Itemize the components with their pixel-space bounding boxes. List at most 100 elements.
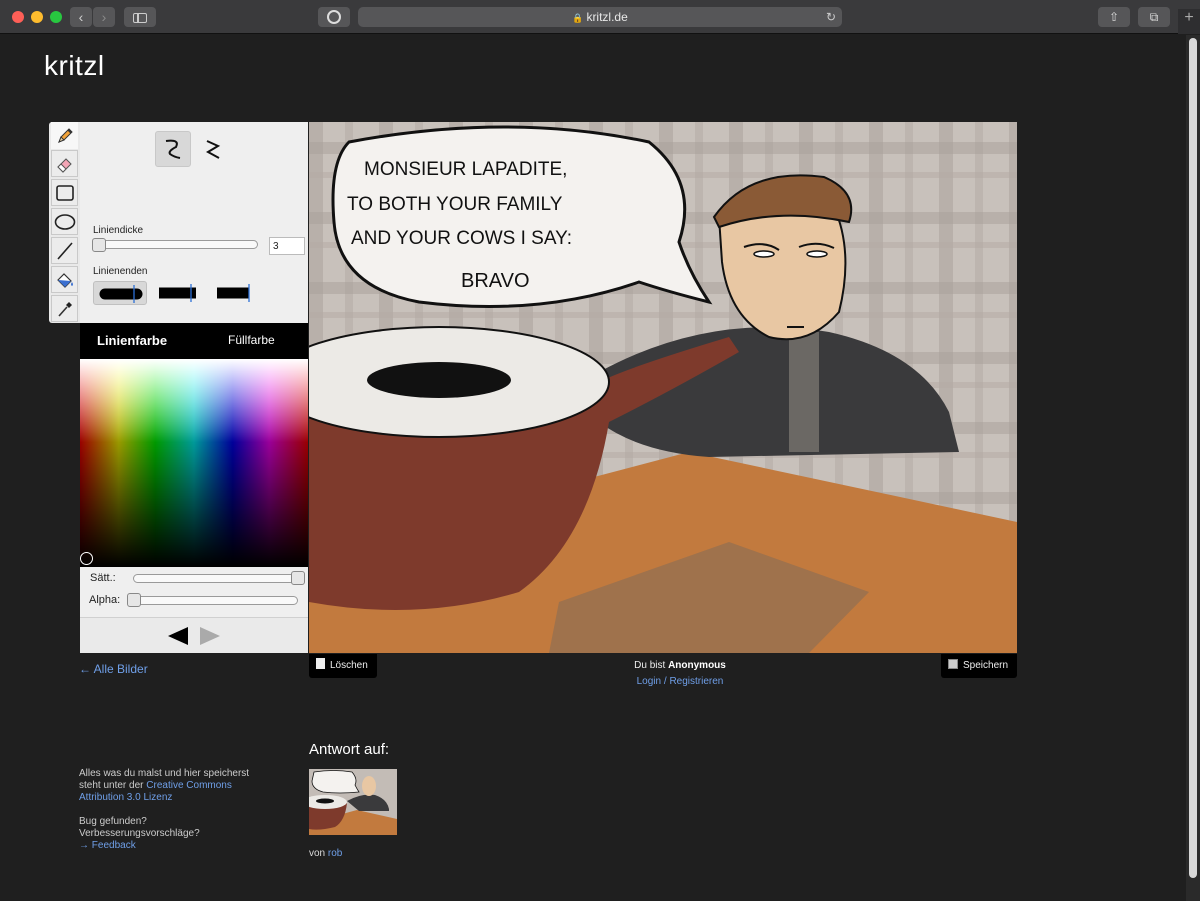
color-picker-cursor[interactable] [80,552,93,565]
jagged-stroke-option[interactable] [195,131,231,167]
eraser-icon [56,157,72,173]
browser-toolbar: ‹ › 🔒 kritzl.de ↻ ⇧ ⧉ [0,0,1200,34]
address-bar[interactable]: 🔒 kritzl.de ↻ [358,7,842,27]
save-button[interactable]: Speichern [941,654,1017,678]
pencil-icon [57,127,73,143]
reload-icon[interactable]: ↻ [826,7,836,27]
eyedropper-icon [57,301,72,317]
tab-line-color[interactable]: Linienfarbe [97,333,167,348]
url-text: kritzl.de [586,10,628,24]
save-button-label: Speichern [963,660,1009,671]
rectangle-tool[interactable] [51,179,78,206]
scrollbar-thumb[interactable] [1189,38,1197,878]
fill-tool[interactable] [51,266,78,293]
fill-bucket-icon [56,272,73,288]
auth-separator: / [663,676,667,687]
zoom-window-button[interactable] [50,11,62,23]
ellipse-tool[interactable] [51,208,78,235]
thickness-input[interactable] [269,237,305,255]
shield-icon [327,10,341,24]
speech-line-1: MONSIEUR LAPADITE, [364,159,567,180]
chevron-left-icon: ‹ [78,9,84,25]
back-button[interactable]: ‹ [70,7,92,27]
thickness-slider-handle[interactable] [92,238,106,252]
eraser-tool[interactable] [51,150,78,177]
round-cap-icon [99,285,143,303]
jagged-stroke-icon [205,140,221,159]
speech-line-2: TO BOTH YOUR FAMILY [347,194,563,215]
pencil-tool[interactable] [51,122,78,149]
chevron-right-icon: › [101,9,107,25]
new-tab-button[interactable]: + [1178,9,1200,34]
sidebar-icon [133,13,147,23]
smooth-stroke-icon [165,139,181,159]
color-picker-field[interactable] [80,359,308,567]
ellipse-icon [54,213,75,230]
reply-byline: von rob [309,848,342,859]
user-status: Du bist Anonymous [600,660,760,671]
privacy-report-button[interactable] [318,7,350,27]
floppy-disk-icon [948,659,958,669]
saturation-label: Sätt.: [90,572,116,584]
register-link[interactable]: Registrieren [669,676,723,687]
byline-prefix: von [309,848,326,859]
tool-bar [49,122,80,323]
color-tabs: Linienfarbe Füllfarbe [80,323,308,359]
lock-icon: 🔒 [572,13,584,23]
line-icon [56,241,73,260]
square-cap-icon [217,284,250,302]
share-icon: ⇧ [1108,10,1120,24]
speech-line-4: BRAVO [461,270,530,292]
footer: Alles was du malst und hier speicherst s… [79,768,259,852]
alpha-slider-handle[interactable] [127,593,141,607]
color-sliders: Sätt.: Alpha: [80,567,308,617]
feedback-link[interactable]: → Feedback [79,840,136,851]
bug-report-text: Bug gefunden? Verbesserungsvorschläge? [79,816,200,839]
brush-options-panel: Liniendicke Linienenden [80,122,308,323]
line-tool[interactable] [51,237,78,264]
tabs-icon: ⧉ [1149,10,1159,24]
reply-thumbnail[interactable] [309,769,397,835]
user-name: Anonymous [668,660,726,671]
smooth-stroke-option[interactable] [155,131,191,167]
plus-icon: + [1184,9,1194,26]
saturation-slider-handle[interactable] [291,571,305,585]
redo-icon[interactable] [200,627,220,645]
round-cap-option[interactable] [93,281,147,305]
document-icon [316,658,325,669]
tab-fill-color[interactable]: Füllfarbe [228,333,275,347]
alpha-slider[interactable] [133,596,298,605]
reply-heading: Antwort auf: [309,741,390,758]
clear-button-label: Löschen [330,660,368,671]
author-link[interactable]: rob [328,848,342,859]
thickness-label: Liniendicke [93,225,144,236]
site-logo[interactable]: kritzl [44,50,105,82]
minimize-window-button[interactable] [31,11,43,23]
square-cap-option[interactable] [211,281,265,305]
sidebar-toggle-button[interactable] [124,7,156,27]
color-picker-lightness-overlay [80,359,308,567]
auth-links: Login / Registrieren [600,676,760,687]
history-controls [80,617,308,653]
share-button[interactable]: ⇧ [1098,7,1130,27]
butt-cap-option[interactable] [152,281,206,305]
tab-overview-button[interactable]: ⧉ [1138,7,1170,27]
alpha-label: Alpha: [89,594,121,606]
user-status-prefix: Du bist [634,660,666,671]
close-window-button[interactable] [12,11,24,23]
thickness-slider[interactable] [93,240,258,249]
rectangle-icon [55,184,74,201]
drawing-canvas[interactable]: MONSIEUR LAPADITE, TO BOTH YOUR FAMILY A… [309,122,1017,653]
undo-icon[interactable] [168,627,188,645]
speech-line-3: AND YOUR COWS I SAY: [351,228,572,249]
canvas-artwork: MONSIEUR LAPADITE, TO BOTH YOUR FAMILY A… [309,122,1017,653]
thumbnail-image [309,769,397,835]
login-link[interactable]: Login [637,676,661,687]
saturation-slider[interactable] [133,574,298,583]
clear-button[interactable]: Löschen [309,654,377,678]
butt-cap-icon [159,284,196,302]
line-ends-label: Linienenden [93,266,148,277]
forward-button[interactable]: › [93,7,115,27]
all-images-link[interactable]: ← Alle Bilder [79,662,148,676]
eyedropper-tool[interactable] [51,295,78,322]
